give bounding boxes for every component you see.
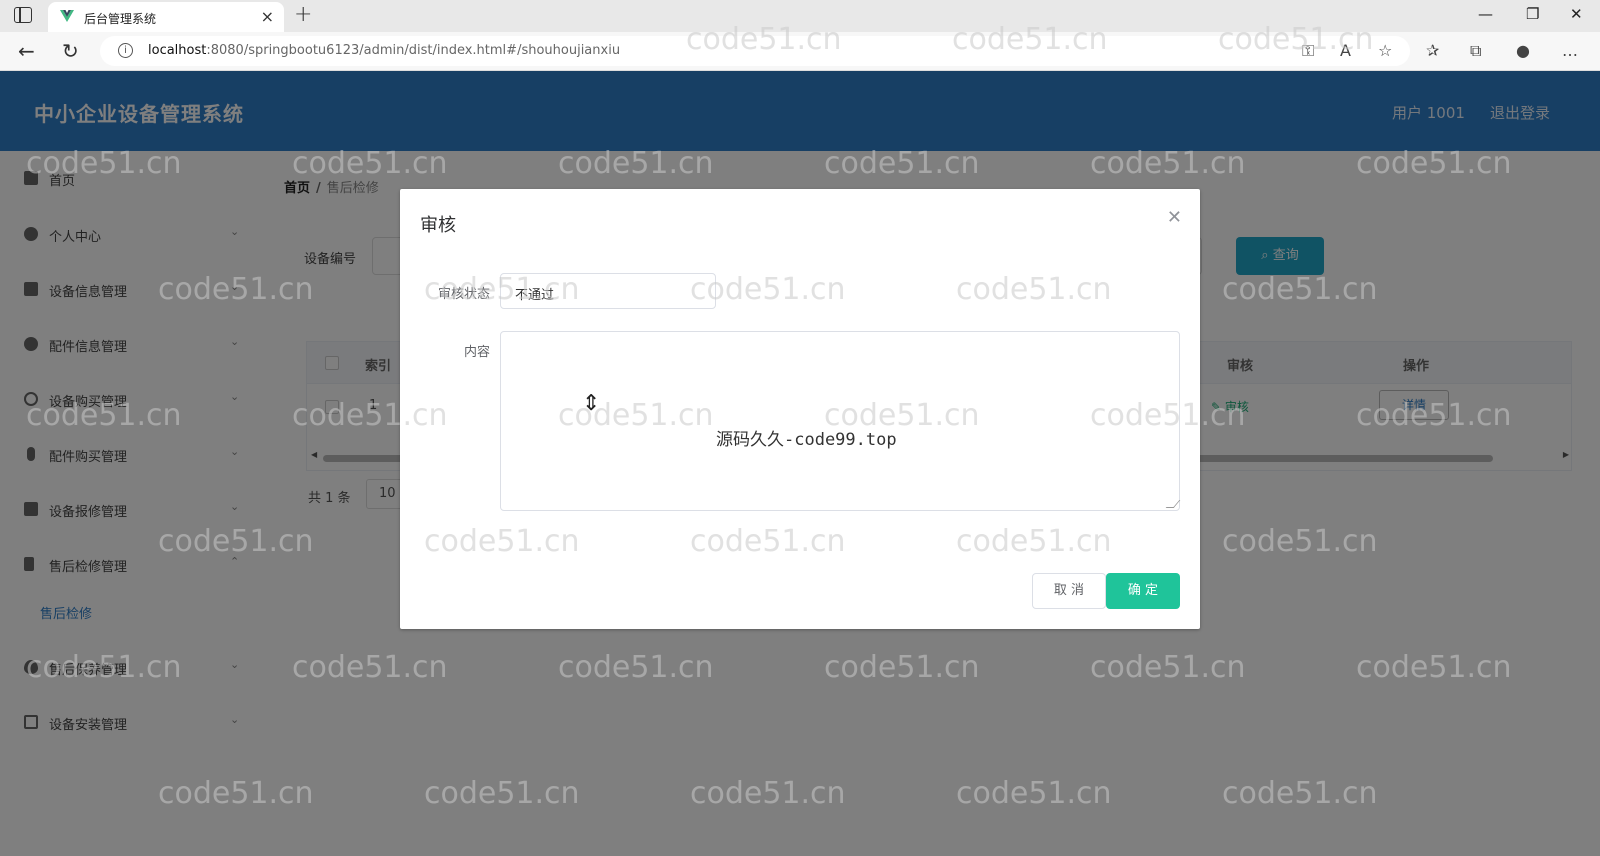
more-icon[interactable]: … bbox=[1562, 41, 1578, 60]
audit-dialog: 审核 ✕ 审核状态 不通过 内容 ⇕ 源码久久-code99.top 取 消 确… bbox=[400, 189, 1200, 629]
address-bar[interactable]: i localhost:8080/springbootu6123/admin/d… bbox=[100, 36, 1410, 66]
refresh-icon[interactable]: ↻ bbox=[62, 39, 79, 63]
tab-title: 后台管理系统 bbox=[84, 12, 157, 26]
url-text[interactable]: localhost:8080/springbootu6123/admin/dis… bbox=[148, 43, 620, 58]
close-tab-icon[interactable]: × bbox=[261, 7, 274, 26]
key-icon[interactable]: ⚿ bbox=[1302, 41, 1314, 61]
status-label: 审核状态 bbox=[437, 287, 490, 302]
favorites-icon[interactable]: ✰ bbox=[1426, 41, 1439, 60]
status-select[interactable]: 不通过 bbox=[500, 273, 716, 309]
browser-toolbar: ← ↻ i localhost:8080/springbootu6123/adm… bbox=[0, 32, 1600, 71]
add-favorite-icon[interactable]: ☆ bbox=[1378, 41, 1392, 60]
dialog-title: 审核 bbox=[420, 215, 456, 236]
close-icon[interactable]: ✕ bbox=[1167, 207, 1182, 228]
restore-icon[interactable]: ❐ bbox=[1526, 5, 1539, 23]
profile-icon[interactable]: ● bbox=[1516, 41, 1530, 60]
collections-icon[interactable]: ⧉ bbox=[1470, 41, 1481, 61]
close-window-icon[interactable]: ✕ bbox=[1570, 5, 1583, 23]
overlay-caption: 源码久久-code99.top bbox=[716, 430, 897, 450]
vue-logo-icon bbox=[60, 10, 74, 22]
content-textarea[interactable] bbox=[500, 331, 1181, 511]
resize-handle-icon[interactable] bbox=[1165, 500, 1181, 508]
browser-tab[interactable]: 后台管理系统 × bbox=[48, 2, 284, 32]
read-aloud-icon[interactable]: A bbox=[1340, 41, 1351, 60]
status-value: 不通过 bbox=[515, 288, 555, 303]
content-label: 内容 bbox=[463, 345, 490, 360]
back-icon[interactable]: ← bbox=[18, 39, 35, 63]
tab-actions-icon[interactable] bbox=[14, 7, 32, 23]
minimize-icon[interactable]: — bbox=[1478, 5, 1493, 23]
info-icon[interactable]: i bbox=[118, 43, 133, 58]
browser-tab-strip: 后台管理系统 × + — ❐ ✕ bbox=[0, 0, 1600, 32]
text-cursor-icon: ⇕ bbox=[582, 391, 601, 416]
new-tab-icon[interactable]: + bbox=[294, 2, 312, 27]
confirm-button[interactable]: 确 定 bbox=[1106, 573, 1180, 609]
cancel-button[interactable]: 取 消 bbox=[1032, 573, 1106, 609]
